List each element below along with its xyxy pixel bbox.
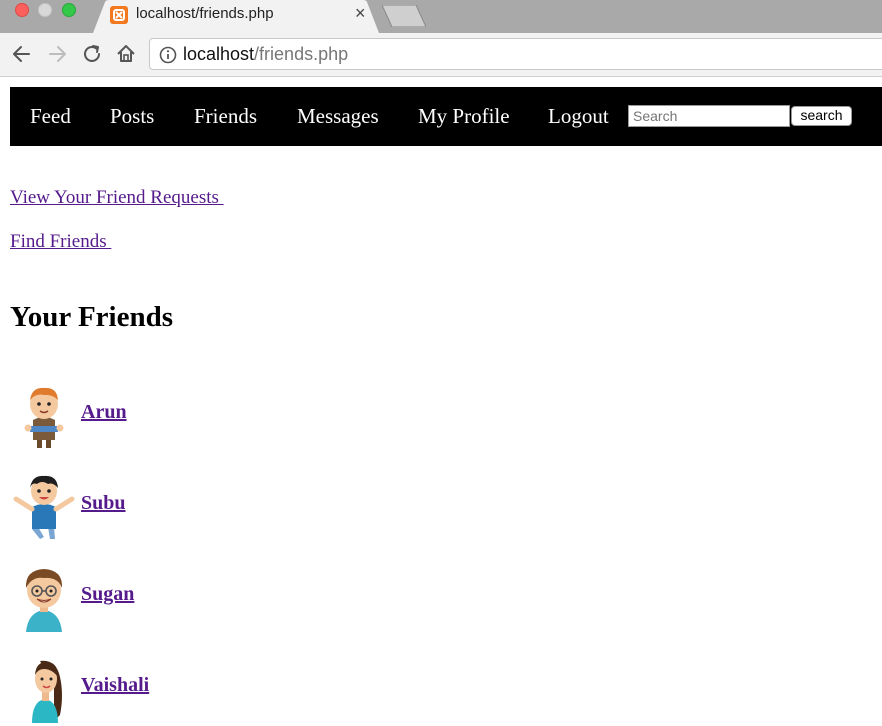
new-tab-button[interactable] [382, 5, 426, 27]
page-title: Your Friends [10, 301, 174, 333]
url-path: /friends.php [254, 44, 349, 64]
reload-icon[interactable] [79, 41, 105, 67]
site-navbar: Feed Posts Friends Messages My Profile L… [10, 87, 882, 146]
maximize-window-button[interactable] [62, 3, 76, 17]
friend-name-link[interactable]: Sugan [81, 583, 134, 606]
address-bar[interactable]: localhost/friends.php [149, 38, 882, 70]
friend-list-item: Sugan [10, 564, 310, 634]
url-host: localhost [183, 44, 255, 64]
tab-title: localhost/friends.php [136, 5, 274, 22]
friend-name-link[interactable]: Vaishali [81, 674, 149, 697]
girl-long-hair-avatar[interactable] [10, 655, 78, 723]
browser-tabstrip: localhost/friends.php × [0, 0, 882, 33]
nav-link-feed[interactable]: Feed [30, 104, 71, 129]
nav-link-friends[interactable]: Friends [194, 104, 257, 129]
friend-name-link[interactable]: Arun [81, 401, 127, 424]
boy-glasses-avatar[interactable] [10, 564, 78, 632]
nav-link-posts[interactable]: Posts [110, 104, 154, 129]
close-window-button[interactable] [15, 3, 29, 17]
friend-list-item: Arun [10, 382, 310, 452]
url-text: localhost/friends.php [183, 44, 348, 65]
back-arrow-icon[interactable] [9, 41, 35, 67]
minimize-window-button[interactable] [38, 3, 52, 17]
view-friend-requests-link[interactable]: View Your Friend Requests [10, 187, 224, 209]
friend-list-item: Vaishali [10, 655, 310, 725]
tab-close-icon[interactable]: × [355, 3, 366, 24]
search-input[interactable] [628, 105, 790, 127]
friend-name-link[interactable]: Subu [81, 492, 126, 515]
forward-arrow-icon[interactable] [44, 41, 70, 67]
nav-link-messages[interactable]: Messages [297, 104, 379, 129]
browser-toolbar: localhost/friends.php [0, 33, 882, 77]
nav-link-logout[interactable]: Logout [548, 104, 609, 129]
boy-orange-hair-avatar[interactable] [10, 382, 78, 450]
nav-link-my-profile[interactable]: My Profile [418, 104, 510, 129]
find-friends-link[interactable]: Find Friends [10, 231, 111, 253]
boy-blue-shirt-avatar[interactable] [10, 473, 78, 541]
xampp-favicon-icon [110, 6, 128, 24]
browser-tab-active[interactable]: localhost/friends.php × [93, 0, 379, 33]
home-icon[interactable] [113, 41, 139, 67]
info-icon[interactable] [158, 45, 178, 65]
friend-list-item: Subu [10, 473, 310, 543]
search-button[interactable]: search [791, 106, 852, 126]
